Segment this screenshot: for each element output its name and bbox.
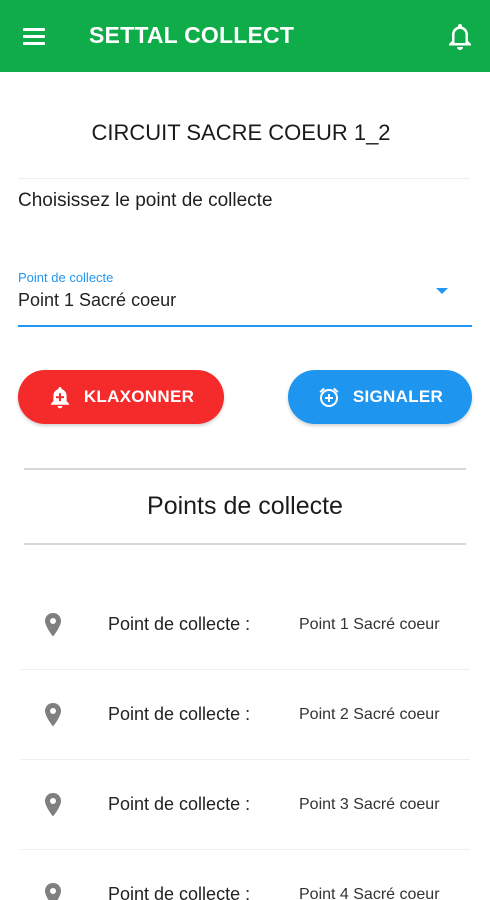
location-pin-icon <box>42 612 64 638</box>
alarm-plus-icon <box>317 385 341 409</box>
location-pin-icon <box>42 702 64 728</box>
list-item[interactable]: Point de collecte : Point 3 Sacré coeur <box>0 760 490 850</box>
point-label: Point de collecte : <box>108 884 251 900</box>
signaler-button[interactable]: SIGNALER <box>288 370 472 424</box>
app-title: SETTAL COLLECT <box>89 22 295 48</box>
hamburger-menu-icon[interactable] <box>20 24 50 48</box>
divider <box>18 178 470 179</box>
location-pin-icon <box>42 882 64 900</box>
bell-plus-icon <box>48 385 72 409</box>
caret-down-icon[interactable] <box>436 288 448 294</box>
list-item[interactable]: Point de collecte : Point 1 Sacré coeur <box>0 580 490 670</box>
point-label: Point de collecte : <box>108 704 251 724</box>
collection-point-select[interactable]: Point de collecte Point 1 Sacré coeur <box>18 268 472 328</box>
select-label: Point de collecte <box>18 270 114 285</box>
list-item[interactable]: Point de collecte : Point 4 Sacré coeur <box>0 850 490 900</box>
circuit-title: CIRCUIT SACRE COEUR 1_2 <box>91 120 391 145</box>
select-underline <box>18 325 472 327</box>
point-value: Point 4 Sacré coeur <box>299 886 440 900</box>
location-pin-icon <box>42 792 64 818</box>
point-label: Point de collecte : <box>108 794 251 814</box>
point-value: Point 2 Sacré coeur <box>299 706 440 723</box>
points-section-title: Points de collecte <box>147 492 343 520</box>
point-value: Point 3 Sacré coeur <box>299 796 440 813</box>
klaxonner-button[interactable]: KLAXONNER <box>18 370 224 424</box>
instruction-text: Choisissez le point de collecte <box>18 190 273 211</box>
select-value: Point 1 Sacré coeur <box>18 290 177 310</box>
bell-icon[interactable] <box>446 22 474 52</box>
section-bottom-divider <box>24 543 466 545</box>
list-item[interactable]: Point de collecte : Point 2 Sacré coeur <box>0 670 490 760</box>
point-value: Point 1 Sacré coeur <box>299 616 440 633</box>
klaxonner-label: KLAXONNER <box>83 387 195 406</box>
app-bar: SETTAL COLLECT <box>0 0 490 72</box>
section-top-divider <box>24 468 466 470</box>
signaler-label: SIGNALER <box>352 387 444 406</box>
point-label: Point de collecte : <box>108 614 251 634</box>
